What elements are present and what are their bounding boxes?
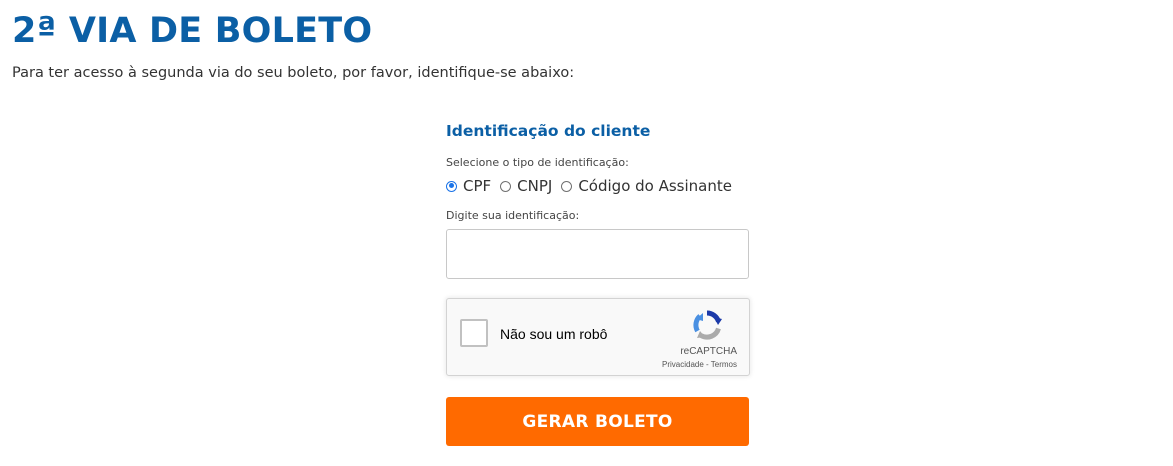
recaptcha-terms-link[interactable]: Termos xyxy=(711,360,737,369)
radio-label-cnpj: CNPJ xyxy=(517,177,553,195)
recaptcha-label: Não sou um robô xyxy=(500,326,608,342)
id-type-radio-group: CPF CNPJ Código do Assinante xyxy=(446,176,741,196)
radio-option-cpf[interactable]: CPF xyxy=(446,176,491,196)
radio-label-cpf: CPF xyxy=(463,177,492,195)
id-type-label: Selecione o tipo de identificação: xyxy=(446,156,629,169)
recaptcha-links: Privacidade - Termos xyxy=(662,360,737,369)
radio-cpf[interactable] xyxy=(446,180,457,192)
radio-subscriber-code[interactable] xyxy=(561,180,573,192)
radio-option-subscriber-code[interactable]: Código do Assinante xyxy=(561,176,732,196)
generate-boleto-button[interactable]: GERAR BOLETO xyxy=(446,397,749,446)
identification-input[interactable] xyxy=(446,229,749,279)
radio-option-cnpj[interactable]: CNPJ xyxy=(500,176,552,196)
intro-text: Para ter acesso à segunda via do seu bol… xyxy=(12,65,575,81)
radio-cnpj[interactable] xyxy=(500,180,512,192)
recaptcha-widget: Não sou um robô reCAPTCHA Privacidade - … xyxy=(446,298,750,376)
radio-label-subscriber-code: Código do Assinante xyxy=(578,177,732,195)
id-input-label: Digite sua identificação: xyxy=(446,209,580,222)
recaptcha-links-separator: - xyxy=(703,360,711,369)
recaptcha-checkbox[interactable] xyxy=(460,319,488,347)
recaptcha-brand: reCAPTCHA xyxy=(680,346,737,357)
page-title: 2ª VIA DE BOLETO xyxy=(12,11,373,51)
recaptcha-logo-icon xyxy=(693,310,722,340)
section-title: Identificação do cliente xyxy=(446,122,651,140)
recaptcha-privacy-link[interactable]: Privacidade xyxy=(662,360,704,369)
